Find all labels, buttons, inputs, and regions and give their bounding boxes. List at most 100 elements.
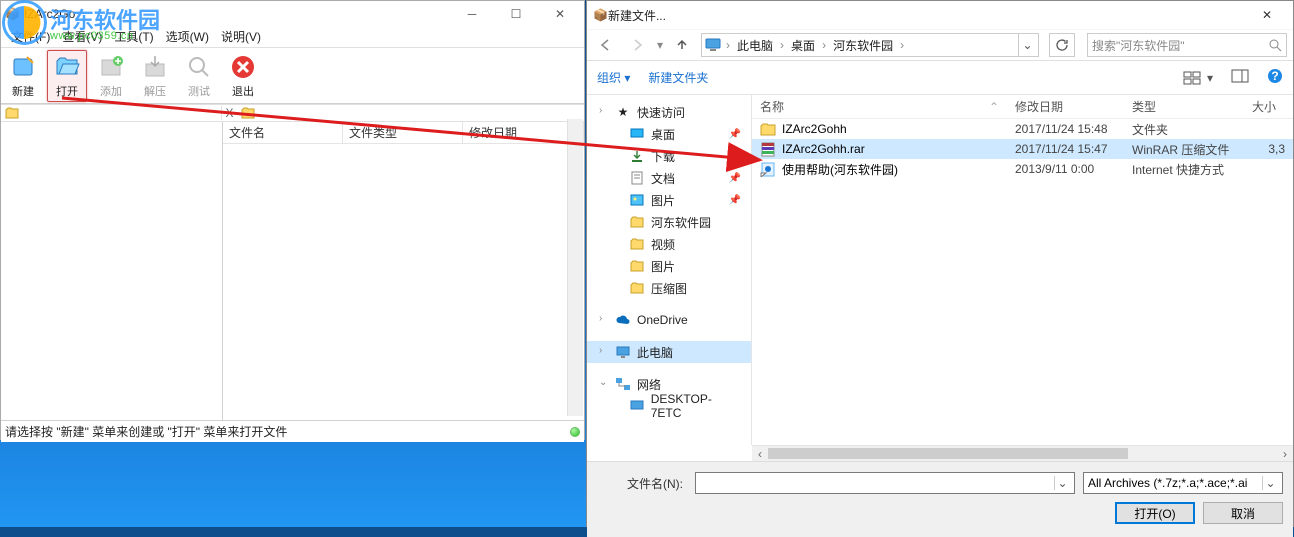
scroll-right-icon[interactable]: › (1277, 446, 1293, 462)
forward-button[interactable] (625, 33, 651, 57)
vertical-scrollbar[interactable] (567, 119, 583, 416)
test-button[interactable]: 测试 (179, 50, 219, 102)
menu-options[interactable]: 选项(W) (166, 28, 209, 45)
minimize-button[interactable]: ─ (452, 3, 492, 25)
back-button[interactable] (593, 33, 619, 57)
chevron-right-icon[interactable]: › (820, 38, 828, 52)
view-mode-button[interactable]: ▾ (1183, 71, 1213, 85)
sidebar-video[interactable]: 视频 (587, 233, 751, 255)
col-name[interactable]: 文件名 (223, 122, 343, 143)
izarc-window: 📦 IZArc2Go ─ ☐ ✕ 文件(F) 查看(V) 工具(T) 选项(W)… (0, 0, 585, 440)
filter-text: All Archives (*.7z;*.a;*.ace;*.ai (1088, 476, 1247, 490)
preview-pane-button[interactable] (1231, 69, 1249, 86)
sidebar-onedrive[interactable]: ›OneDrive (587, 309, 751, 331)
extract-icon (141, 53, 169, 81)
list-item[interactable]: 使用帮助(河东软件园) 2013/9/11 0:00 Internet 快捷方式 (752, 159, 1293, 179)
pin-icon: 📌 (729, 195, 741, 206)
sidebar-desktop[interactable]: 桌面📌 (587, 123, 751, 145)
sidebar-thispc[interactable]: ›此电脑 (587, 341, 751, 363)
refresh-button[interactable] (1049, 33, 1075, 57)
horizontal-scrollbar[interactable]: ‹ › (752, 445, 1293, 461)
scroll-left-icon[interactable]: ‹ (752, 446, 768, 462)
izarc-titlebar[interactable]: 📦 IZArc2Go ─ ☐ ✕ (1, 1, 584, 26)
dialog-titlebar[interactable]: 📦 新建文件... ✕ (587, 1, 1293, 29)
header-size[interactable]: 大小 (1244, 95, 1293, 118)
dialog-close-button[interactable]: ✕ (1247, 3, 1287, 27)
chevron-right-icon[interactable]: › (724, 38, 732, 52)
exit-button[interactable]: 退出 (223, 50, 263, 102)
add-button[interactable]: 添加 (91, 50, 131, 102)
help-button[interactable]: ? (1267, 68, 1283, 87)
history-dropdown[interactable]: ▾ (657, 38, 663, 52)
menu-file[interactable]: 文件(F) (11, 28, 50, 45)
menu-view[interactable]: 查看(V) (62, 28, 102, 45)
sidebar-pictures[interactable]: 图片📌 (587, 189, 751, 211)
dialog-toolbar: 组织 ▾ 新建文件夹 ▾ ? (587, 61, 1293, 95)
open-icon (53, 53, 81, 81)
filename-input[interactable]: ⌄ (695, 472, 1075, 494)
dialog-file-list[interactable]: IZArc2Gohh 2017/11/24 15:48 文件夹 IZArc2Go… (752, 119, 1293, 445)
folder-icon (629, 214, 645, 230)
network-icon (615, 376, 631, 392)
breadcrumb[interactable]: › 此电脑 › 桌面 › 河东软件园 › ⌄ (701, 33, 1039, 57)
filetype-filter[interactable]: All Archives (*.7z;*.a;*.ace;*.ai ⌄ (1083, 472, 1283, 494)
organize-menu[interactable]: 组织 ▾ (597, 69, 630, 86)
menu-tools[interactable]: 工具(T) (114, 28, 153, 45)
chevron-right-icon[interactable]: › (898, 38, 906, 52)
file-modified: 2013/9/11 0:00 (1007, 162, 1124, 176)
file-size: 3,3 (1244, 142, 1293, 156)
sidebar-pictures-2[interactable]: 图片 (587, 255, 751, 277)
sidebar-documents[interactable]: 文档📌 (587, 167, 751, 189)
extract-button[interactable]: 解压 (135, 50, 175, 102)
sidebar-zipimg[interactable]: 压缩图 (587, 277, 751, 299)
sidebar-network-node[interactable]: DESKTOP-7ETC (587, 395, 751, 417)
scroll-thumb[interactable] (768, 448, 1128, 459)
chevron-down-icon[interactable]: ⌄ (1262, 476, 1278, 490)
col-modified[interactable]: 修改日期 (463, 122, 584, 143)
bc-thispc[interactable]: 此电脑 (734, 35, 776, 55)
izarc-file-list[interactable] (223, 144, 584, 420)
list-item[interactable]: IZArc2Gohh 2017/11/24 15:48 文件夹 (752, 119, 1293, 139)
add-label: 添加 (100, 83, 122, 99)
new-button[interactable]: 新建 (3, 50, 43, 102)
dialog-file-panel: 名称⌃ 修改日期 类型 大小 IZArc2Gohh 2017/11/24 15:… (752, 95, 1293, 445)
menu-help[interactable]: 说明(V) (221, 28, 261, 45)
new-label: 新建 (12, 83, 34, 99)
clear-path-button[interactable]: X (221, 106, 237, 120)
izarc-tree-panel (1, 122, 223, 420)
exit-icon (229, 53, 257, 81)
cloud-icon (615, 312, 631, 328)
monitor-icon (629, 398, 645, 414)
pane-icon (1231, 69, 1249, 83)
sidebar-quick-access[interactable]: ›★快速访问 (587, 101, 751, 123)
col-type[interactable]: 文件类型 (343, 122, 463, 143)
folder-icon (629, 280, 645, 296)
list-item[interactable]: IZArc2Gohh.rar 2017/11/24 15:47 WinRAR 压… (752, 139, 1293, 159)
extract-label: 解压 (144, 83, 166, 99)
bc-desktop[interactable]: 桌面 (788, 35, 818, 55)
chevron-down-icon[interactable]: ⌄ (1054, 476, 1070, 490)
maximize-button[interactable]: ☐ (496, 3, 536, 25)
up-button[interactable] (669, 33, 695, 57)
sidebar-downloads[interactable]: 下载📌 (587, 145, 751, 167)
header-modified[interactable]: 修改日期 (1007, 95, 1124, 118)
search-input[interactable]: 搜索"河东软件园" (1087, 33, 1287, 57)
new-folder-button[interactable]: 新建文件夹 (648, 69, 708, 86)
file-modified: 2017/11/24 15:48 (1007, 122, 1124, 136)
sidebar-hedong[interactable]: 河东软件园 (587, 211, 751, 233)
breadcrumb-dropdown[interactable]: ⌄ (1018, 34, 1036, 56)
file-name: 使用帮助(河东软件园) (782, 161, 898, 178)
file-type: WinRAR 压缩文件 (1124, 141, 1244, 158)
open-button[interactable]: 打开 (47, 50, 87, 102)
view-icon (1183, 71, 1201, 85)
bc-folder[interactable]: 河东软件园 (830, 35, 896, 55)
dialog-column-headers: 名称⌃ 修改日期 类型 大小 (752, 95, 1293, 119)
header-type[interactable]: 类型 (1124, 95, 1244, 118)
open-confirm-button[interactable]: 打开(O) (1115, 502, 1195, 524)
shortcut-icon (760, 161, 776, 177)
close-button[interactable]: ✕ (540, 3, 580, 25)
chevron-right-icon[interactable]: › (778, 38, 786, 52)
cancel-button[interactable]: 取消 (1203, 502, 1283, 524)
header-name[interactable]: 名称⌃ (752, 95, 1007, 118)
monitor-icon (615, 344, 631, 360)
